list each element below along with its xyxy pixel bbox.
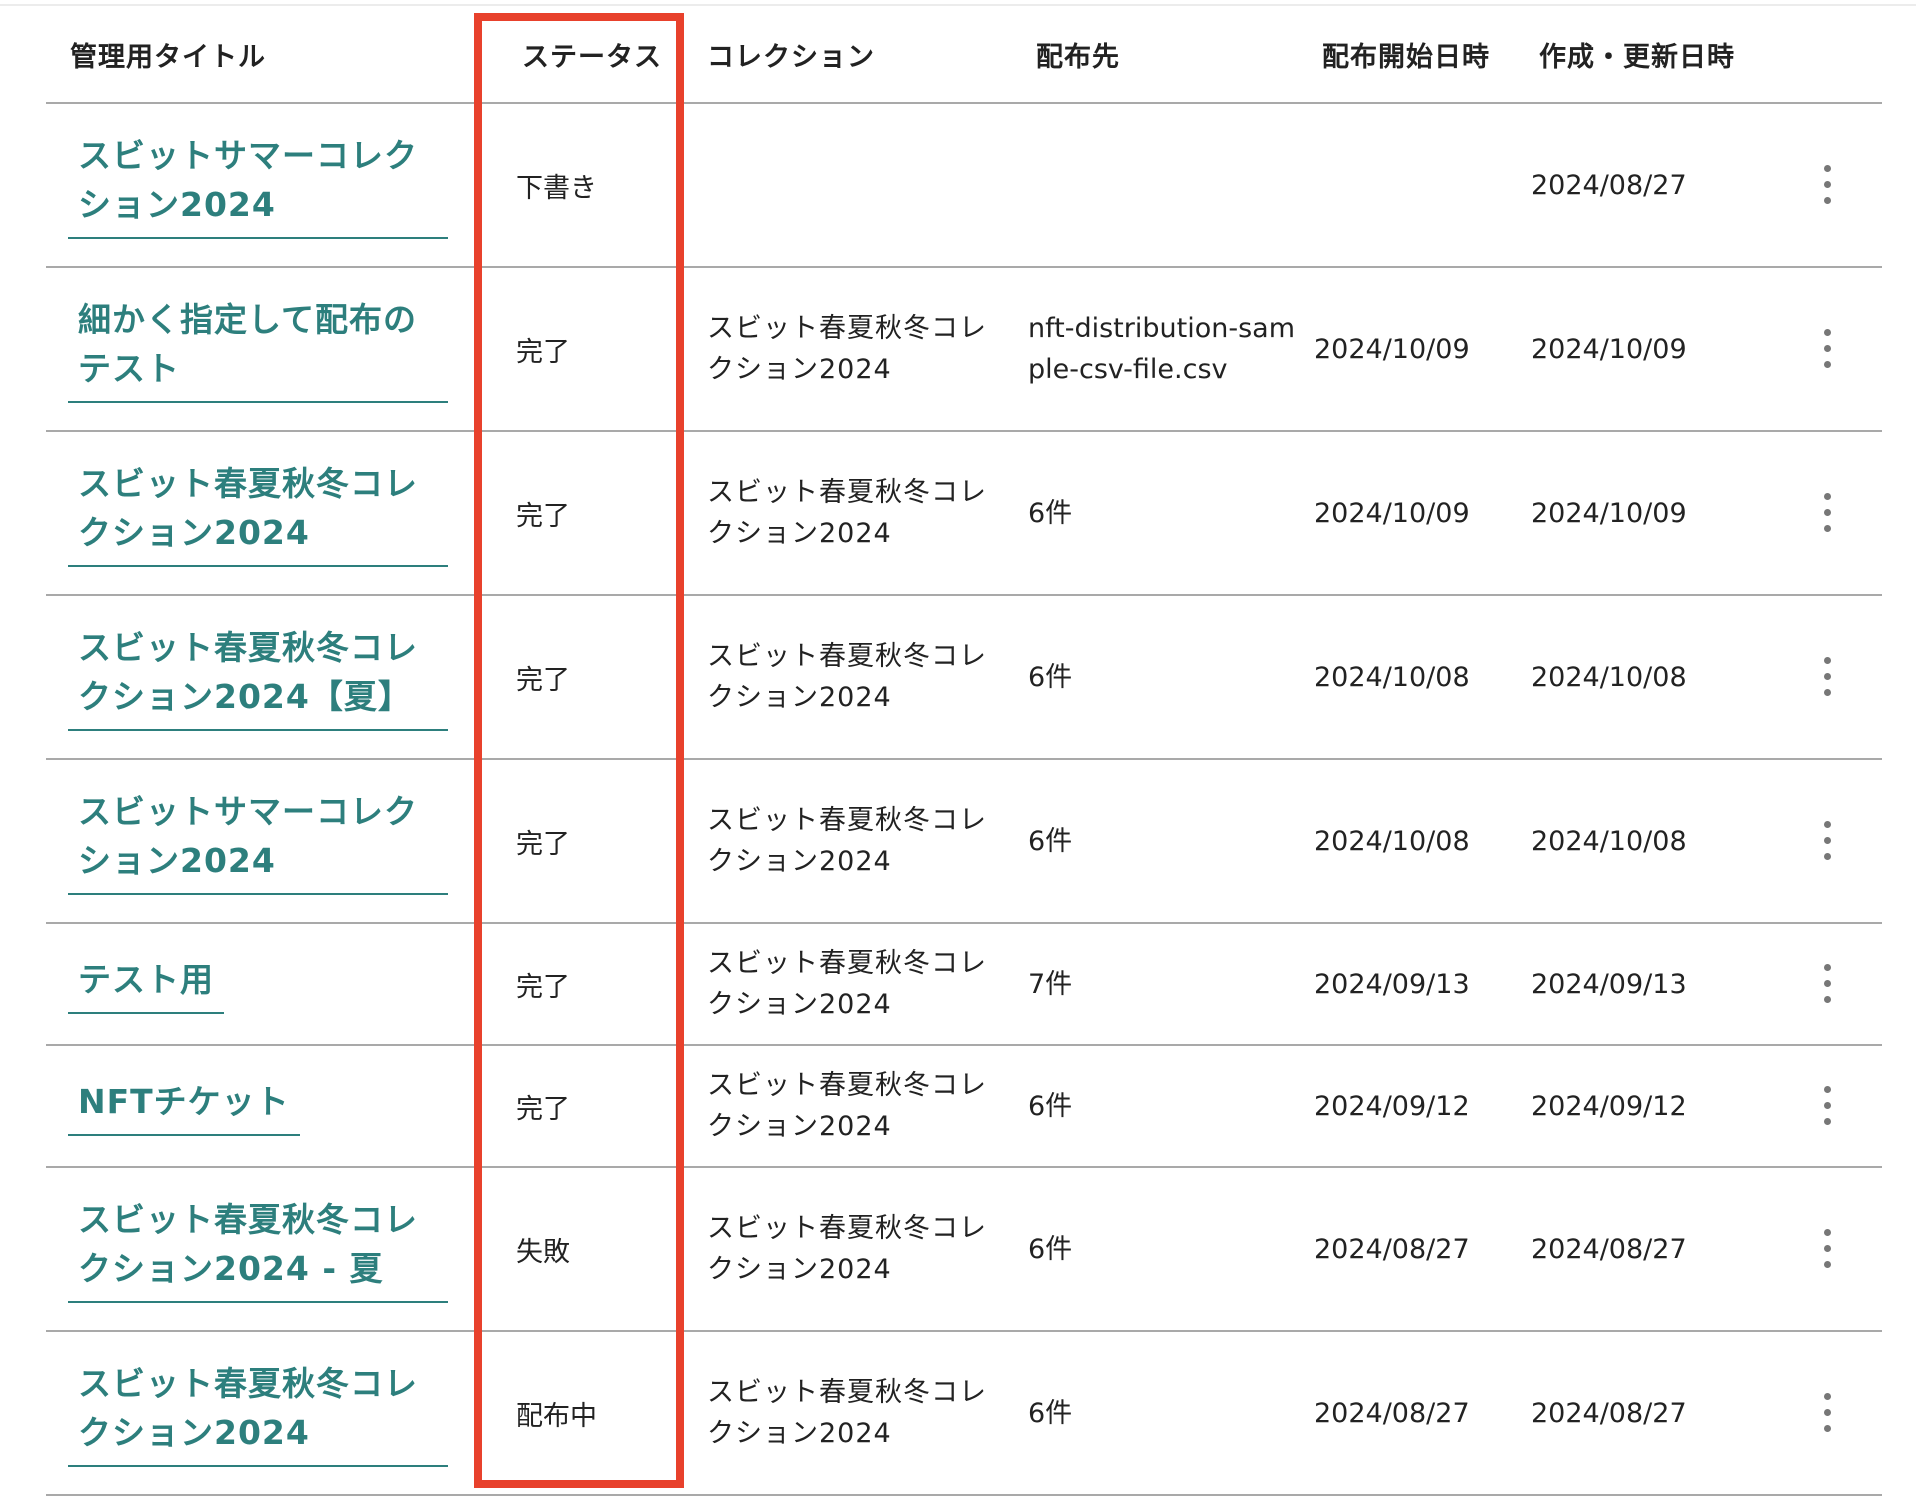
row-start-date: 2024/08/27 [1314, 1167, 1531, 1332]
row-destination: nft-distribution-sample-csv-file.csv [1028, 313, 1295, 385]
row-collection: スビット春夏秋冬コレクション2024 [707, 641, 987, 713]
distribution-list-page: 管理用タイトル ステータス コレクション 配布先 配布開始日時 作成・更新日時 … [0, 0, 1916, 1506]
row-updated-date: 2024/10/09 [1531, 431, 1772, 596]
row-collection: スビット春夏秋冬コレクション2024 [707, 948, 987, 1020]
more-vertical-icon[interactable] [1812, 163, 1842, 207]
row-collection: スビット春夏秋冬コレクション2024 [707, 1070, 987, 1142]
row-start-date: 2024/10/09 [1314, 267, 1531, 432]
header-destination[interactable]: 配布先 [1028, 6, 1314, 104]
row-start-date: 2024/09/12 [1314, 1045, 1531, 1168]
distribution-table: 管理用タイトル ステータス コレクション 配布先 配布開始日時 作成・更新日時 … [46, 6, 1882, 1496]
row-collection: スビット春夏秋冬コレクション2024 [707, 1377, 987, 1449]
row-destination: 6件 [1028, 661, 1073, 693]
row-title-link[interactable]: スビット春夏秋冬コレクション2024 [68, 1359, 448, 1467]
row-status: 下書き [476, 103, 691, 268]
row-collection: スビット春夏秋冬コレクション2024 [707, 313, 987, 385]
row-destination: 6件 [1028, 1090, 1073, 1122]
row-start-date [1314, 103, 1531, 268]
more-vertical-icon[interactable] [1812, 655, 1842, 699]
row-destination: 6件 [1028, 825, 1073, 857]
more-vertical-icon[interactable] [1812, 1391, 1842, 1435]
row-title-link[interactable]: NFTチケット [68, 1077, 300, 1136]
row-updated-date: 2024/09/13 [1531, 923, 1772, 1046]
table-row: スビット春夏秋冬コレクション2024【夏】 完了 スビット春夏秋冬コレクション2… [46, 595, 1882, 760]
row-start-date: 2024/10/09 [1314, 431, 1531, 596]
row-updated-date: 2024/08/27 [1531, 1167, 1772, 1332]
more-vertical-icon[interactable] [1812, 1084, 1842, 1128]
table-row: スビット春夏秋冬コレクション2024 - 夏 失敗 スビット春夏秋冬コレクション… [46, 1167, 1882, 1332]
more-vertical-icon[interactable] [1812, 962, 1842, 1006]
row-start-date: 2024/08/27 [1314, 1331, 1531, 1496]
table-row: 細かく指定して配布のテスト 完了 スビット春夏秋冬コレクション2024 nft-… [46, 267, 1882, 432]
header-collection[interactable]: コレクション [691, 6, 1028, 104]
row-updated-date: 2024/10/08 [1531, 595, 1772, 760]
row-title-link[interactable]: 細かく指定して配布のテスト [68, 295, 448, 403]
row-status: 完了 [476, 759, 691, 924]
row-start-date: 2024/10/08 [1314, 595, 1531, 760]
row-status: 完了 [476, 1045, 691, 1168]
table-row: スビット春夏秋冬コレクション2024 完了 スビット春夏秋冬コレクション2024… [46, 431, 1882, 596]
row-updated-date: 2024/08/27 [1531, 1331, 1772, 1496]
more-vertical-icon[interactable] [1812, 491, 1842, 535]
header-updated-date[interactable]: 作成・更新日時 [1531, 6, 1772, 104]
row-destination: 6件 [1028, 1397, 1073, 1429]
row-title-link[interactable]: スビットサマーコレクション2024 [68, 787, 448, 895]
row-status: 完了 [476, 923, 691, 1046]
more-vertical-icon[interactable] [1812, 327, 1842, 371]
row-start-date: 2024/09/13 [1314, 923, 1531, 1046]
row-collection: スビット春夏秋冬コレクション2024 [707, 805, 987, 877]
header-start-date[interactable]: 配布開始日時 [1314, 6, 1531, 104]
table-row: テスト用 完了 スビット春夏秋冬コレクション2024 7件 2024/09/13… [46, 923, 1882, 1046]
row-destination: 6件 [1028, 497, 1073, 529]
row-status: 完了 [476, 595, 691, 760]
table-row: スビット春夏秋冬コレクション2024 配布中 スビット春夏秋冬コレクション202… [46, 1331, 1882, 1496]
row-title-link[interactable]: スビット春夏秋冬コレクション2024 [68, 459, 448, 567]
row-start-date: 2024/10/08 [1314, 759, 1531, 924]
row-updated-date: 2024/08/27 [1531, 103, 1772, 268]
row-updated-date: 2024/10/09 [1531, 267, 1772, 432]
more-vertical-icon[interactable] [1812, 1227, 1842, 1271]
more-vertical-icon[interactable] [1812, 819, 1842, 863]
row-destination: 7件 [1028, 968, 1073, 1000]
row-title-link[interactable]: スビット春夏秋冬コレクション2024【夏】 [68, 623, 448, 731]
row-status: 完了 [476, 431, 691, 596]
table-row: スビットサマーコレクション2024 下書き 2024/08/27 [46, 103, 1882, 268]
row-title-link[interactable]: スビット春夏秋冬コレクション2024 - 夏 [68, 1195, 448, 1303]
row-status: 完了 [476, 267, 691, 432]
header-actions [1772, 6, 1882, 104]
table-row: スビットサマーコレクション2024 完了 スビット春夏秋冬コレクション2024 … [46, 759, 1882, 924]
row-updated-date: 2024/10/08 [1531, 759, 1772, 924]
table-row: NFTチケット 完了 スビット春夏秋冬コレクション2024 6件 2024/09… [46, 1045, 1882, 1168]
row-title-link[interactable]: テスト用 [68, 955, 224, 1014]
row-updated-date: 2024/09/12 [1531, 1045, 1772, 1168]
row-status: 失敗 [476, 1167, 691, 1332]
header-title[interactable]: 管理用タイトル [46, 6, 476, 104]
row-destination: 6件 [1028, 1233, 1073, 1265]
row-title-link[interactable]: スビットサマーコレクション2024 [68, 131, 448, 239]
row-collection: スビット春夏秋冬コレクション2024 [707, 477, 987, 549]
header-status[interactable]: ステータス [476, 6, 691, 104]
row-status: 配布中 [476, 1331, 691, 1496]
row-collection: スビット春夏秋冬コレクション2024 [707, 1213, 987, 1285]
table-header-row: 管理用タイトル ステータス コレクション 配布先 配布開始日時 作成・更新日時 [46, 6, 1882, 104]
